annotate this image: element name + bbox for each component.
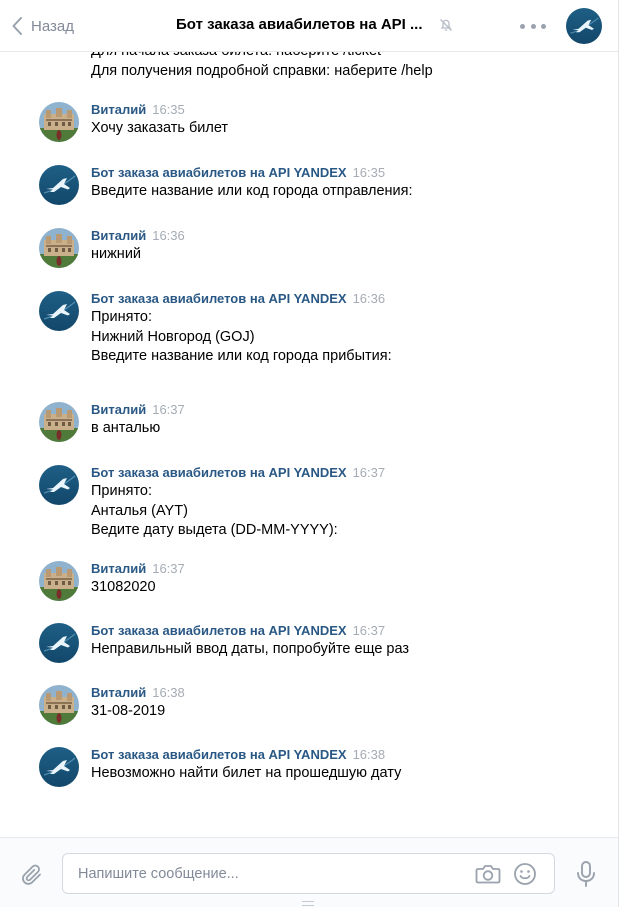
message-text-partial: Для начала заказа билета: наберите /tick…: [91, 52, 433, 81]
camera-icon[interactable]: [475, 863, 501, 890]
message-line: Введите название или код города отправле…: [91, 183, 413, 199]
message-time: 16:38: [152, 685, 185, 700]
microphone-icon[interactable]: [574, 860, 598, 893]
message-text: Принято: Нижний Новгород (GOJ) Введите наз…: [91, 308, 392, 367]
message-line: Ведите дату выдета (DD-MM-YYYY):: [91, 522, 338, 538]
message-author[interactable]: Бот заказа авиабилетов на API YANDEX: [91, 465, 347, 480]
message-author[interactable]: Бот заказа авиабилетов на API YANDEX: [91, 623, 347, 638]
message-meta: Виталий 16:36: [91, 228, 185, 244]
message-time: 16:37: [352, 465, 386, 480]
message-input[interactable]: [78, 864, 468, 884]
message-time: 16:37: [352, 623, 386, 638]
message-meta: Бот заказа авиабилетов на API YANDEX 16:3…: [91, 465, 385, 481]
bot-avatar[interactable]: [39, 165, 79, 205]
message-author[interactable]: Бот заказа авиабилетов на API YANDEX: [91, 747, 347, 762]
message-text: Хочу заказать билет: [91, 119, 228, 139]
message-author[interactable]: Виталий: [91, 685, 146, 700]
message-author[interactable]: Бот заказа авиабилетов на API YANDEX: [91, 291, 347, 306]
message-line: Для получения подробной справки: наберит…: [91, 62, 433, 79]
message-time: 16:35: [352, 165, 386, 180]
message-meta: Бот заказа авиабилетов на API YANDEX 16:3…: [91, 165, 385, 181]
message-line: Невозможно найти билет на прошедшую дату: [91, 765, 402, 781]
message-line: Хочу заказать билет: [91, 120, 229, 136]
back-label: Назад: [31, 17, 74, 35]
message-meta: Бот заказа авиабилетов на API YANDEX 16:3…: [91, 747, 385, 763]
bot-avatar[interactable]: [39, 747, 79, 787]
paperclip-icon[interactable]: [20, 863, 44, 892]
message-line: 31082020: [91, 579, 156, 595]
message-meta: Виталий 16:37: [91, 561, 185, 577]
bot-avatar[interactable]: [566, 8, 602, 44]
resize-handle[interactable]: [302, 901, 314, 906]
message-meta: Бот заказа авиабилетов на API YANDEX 16:3…: [91, 291, 385, 307]
message-input-box[interactable]: [62, 853, 555, 894]
chat-header: Назад Бот заказа авиабилетов на API ...: [0, 0, 618, 52]
user-avatar[interactable]: [39, 228, 79, 268]
back-button[interactable]: Назад: [12, 14, 74, 38]
message-author[interactable]: Виталий: [91, 402, 146, 417]
message-author[interactable]: Бот заказа авиабилетов на API YANDEX: [91, 165, 347, 180]
message-author[interactable]: Виталий: [91, 228, 146, 243]
airplane-icon: [566, 8, 602, 44]
message-line: в анталью: [91, 420, 161, 436]
message-time: 16:36: [352, 291, 386, 306]
chat-title: Бот заказа авиабилетов на API ...: [176, 16, 423, 33]
message-meta: Виталий 16:37: [91, 402, 185, 418]
message-text: Невозможно найти билет на прошедшую дату: [91, 764, 401, 784]
more-dots-icon[interactable]: [520, 16, 546, 36]
chat-window: Назад Бот заказа авиабилетов на API ...: [0, 0, 619, 907]
message-text: 31-08-2019: [91, 702, 165, 722]
user-avatar[interactable]: [39, 561, 79, 601]
message-meta: Бот заказа авиабилетов на API YANDEX 16:3…: [91, 623, 385, 639]
message-feed[interactable]: Для начала заказа билета: наберите /tick…: [0, 52, 618, 837]
message-line: Принято:: [91, 309, 153, 325]
chevron-left-icon: [12, 17, 22, 35]
message-time: 16:35: [152, 102, 185, 117]
muted-bell-icon: [439, 18, 453, 32]
message-text: в анталью: [91, 419, 160, 439]
bot-avatar[interactable]: [39, 465, 79, 505]
message-composer: [0, 837, 618, 907]
message-line: Неправильный ввод даты, попробуйте еще р…: [91, 641, 410, 657]
message-text: Введите название или код города отправле…: [91, 182, 413, 202]
message-text: Принято: Анталья (AYT) Ведите дату выдета …: [91, 482, 338, 541]
bot-avatar[interactable]: [39, 623, 79, 663]
user-avatar[interactable]: [39, 685, 79, 725]
message-time: 16:38: [352, 747, 386, 762]
message-line: Для начала заказа билета: наберите /tick…: [91, 52, 433, 62]
message-line: Введите название или код города прибытия…: [91, 348, 392, 364]
message-author[interactable]: Виталий: [91, 561, 146, 576]
message-line: нижний: [91, 246, 142, 262]
message-meta: Виталий 16:35: [91, 102, 185, 118]
bot-avatar[interactable]: [39, 291, 79, 331]
message-line: Нижний Новгород (GOJ): [91, 328, 255, 345]
message-meta: Виталий 16:38: [91, 685, 185, 701]
message-text: нижний: [91, 245, 141, 265]
smile-icon[interactable]: [513, 862, 537, 891]
message-text: Неправильный ввод даты, попробуйте еще р…: [91, 640, 409, 660]
user-avatar[interactable]: [39, 102, 79, 142]
message-time: 16:36: [152, 228, 185, 243]
message-text: 31082020: [91, 578, 156, 598]
message-line: Принято:: [91, 483, 153, 499]
message-time: 16:37: [152, 561, 185, 576]
chat-title-area[interactable]: Бот заказа авиабилетов на API ...: [176, 16, 453, 33]
message-line: Анталья (AYT): [91, 502, 188, 519]
message-line: 31-08-2019: [91, 703, 166, 719]
message-author[interactable]: Виталий: [91, 102, 146, 117]
user-avatar[interactable]: [39, 402, 79, 442]
message-time: 16:37: [152, 402, 185, 417]
